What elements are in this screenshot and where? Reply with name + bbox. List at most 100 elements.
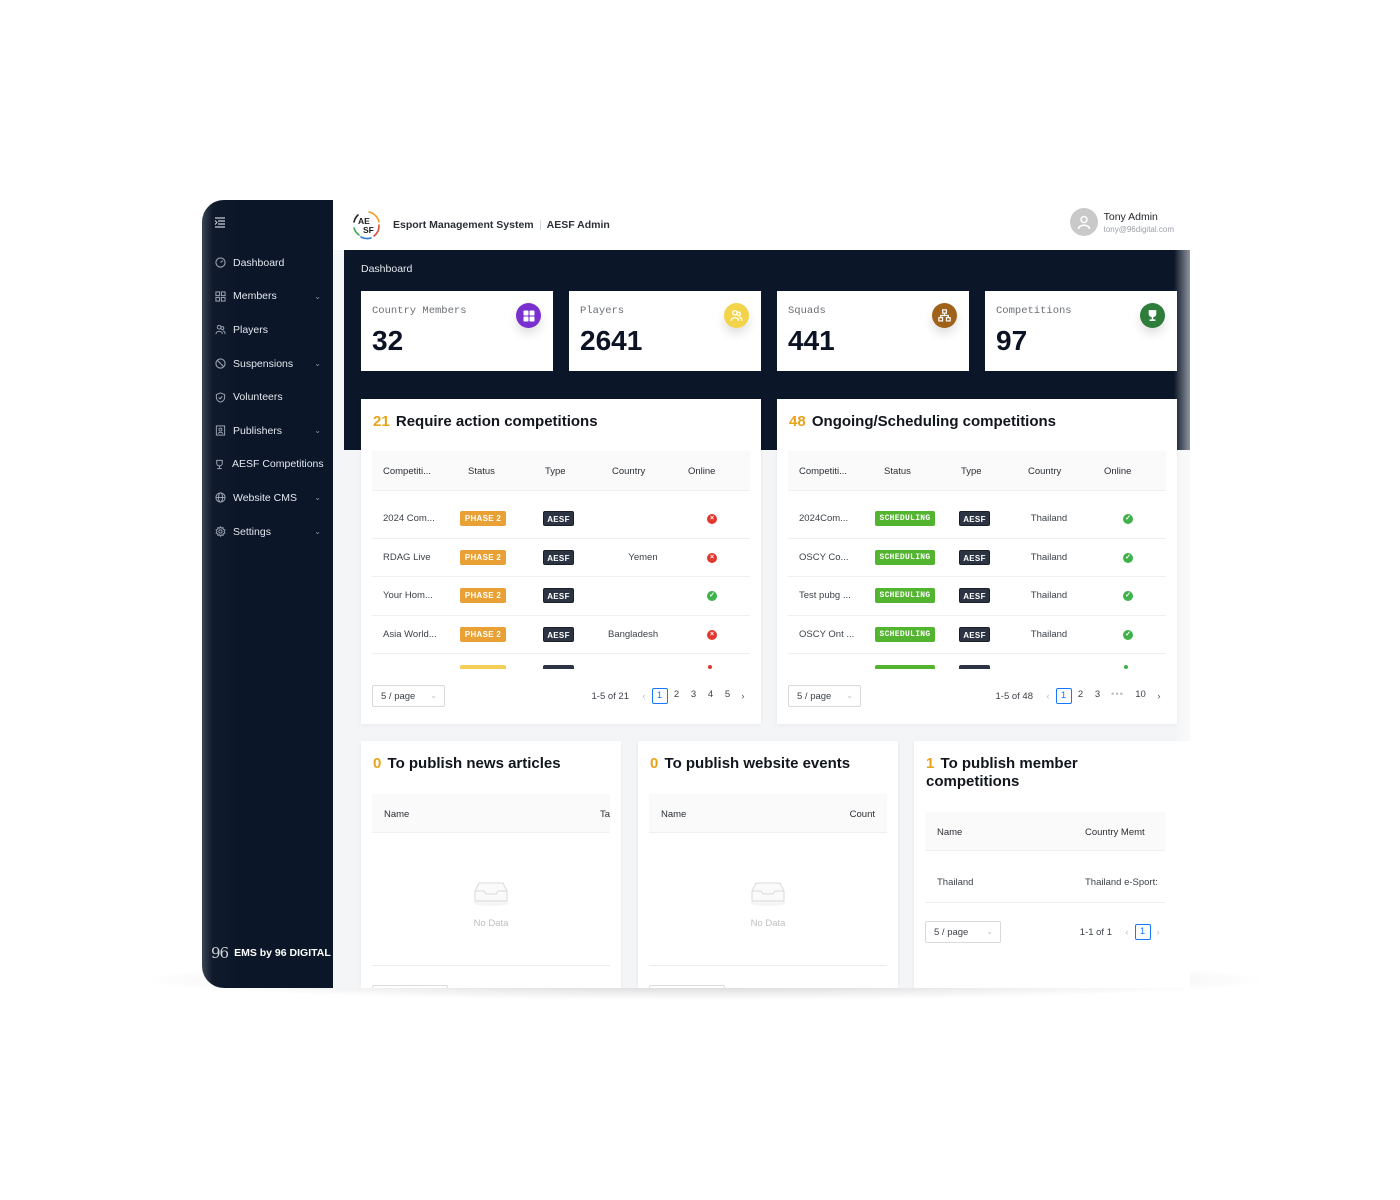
prev-page-icon[interactable]: ‹ — [637, 691, 651, 702]
menu-collapse-icon[interactable] — [214, 216, 228, 230]
page-number[interactable]: 2 — [669, 688, 685, 704]
page-number[interactable]: 1 — [1134, 924, 1151, 940]
sidebar-item-volunteers[interactable]: Volunteers — [202, 380, 333, 414]
offline-x-icon: × — [707, 514, 717, 524]
country-member: Thailand e-Sport: — [1085, 877, 1158, 888]
column-header[interactable]: Type — [545, 466, 566, 477]
dashboard-icon — [214, 257, 226, 269]
pagination: 5 / page ⌄ 1-5 of 48 ‹ 1 2 3 ••• 10 › — [788, 685, 1166, 707]
page-number[interactable]: 1 — [651, 688, 668, 704]
players-icon — [214, 324, 226, 336]
column-header[interactable]: Ta — [600, 809, 610, 820]
column-header[interactable]: Name — [937, 827, 962, 838]
prev-page-icon[interactable]: ‹ — [1120, 927, 1134, 938]
next-page-icon[interactable]: › — [1152, 691, 1166, 702]
online-check-icon: ✓ — [707, 591, 717, 601]
sidebar-item-publishers[interactable]: Publishers ⌄ — [202, 414, 333, 448]
chevron-down-icon: ⌄ — [986, 927, 993, 936]
sidebar-item-label: Players — [233, 323, 269, 336]
sidebar-item-label: AESF Competitions — [232, 458, 324, 471]
sidebar-item-settings[interactable]: Settings ⌄ — [202, 515, 333, 549]
stat-card-country-members[interactable]: Country Members 32 — [361, 291, 553, 371]
page-range: 1-1 of 1 — [1079, 926, 1112, 938]
sidebar-item-website-cms[interactable]: Website CMS ⌄ — [202, 481, 333, 515]
avatar[interactable] — [1069, 208, 1098, 236]
page-size-select[interactable]: 5 / page ⌄ — [788, 685, 861, 707]
status-badge: SCHEDULING — [875, 511, 935, 526]
table-row[interactable]: RDAG Live PHASE 2 AESF Yemen × — [372, 539, 750, 577]
table-row[interactable]: Your Hom... PHASE 2 AESF ✓ — [372, 577, 750, 616]
column-header[interactable]: Country — [612, 466, 645, 477]
sidebar-item-label: Members — [233, 290, 277, 303]
globe-icon — [214, 492, 226, 504]
sidebar-item-dashboard[interactable]: Dashboard — [202, 246, 333, 280]
stat-card-squads[interactable]: Squads 441 — [777, 291, 969, 371]
column-header[interactable]: Type — [961, 466, 982, 477]
page-size-select[interactable] — [372, 985, 448, 988]
page-jump-ellipsis[interactable]: ••• — [1107, 688, 1129, 704]
table-row[interactable]: Asia World... PHASE 2 AESF Bangladesh × — [372, 616, 750, 654]
user-menu[interactable]: Tony Admin tony@96digital.com — [1069, 208, 1174, 236]
stat-value: 2641 — [580, 325, 643, 356]
page-size-select[interactable] — [649, 985, 725, 988]
column-header[interactable]: Count — [850, 809, 875, 820]
type-badge: AESF — [959, 511, 990, 526]
table-row[interactable]: 2024 Com... PHASE 2 AESF × — [372, 500, 750, 539]
page-number[interactable]: 10 — [1130, 688, 1152, 704]
pagination: 5 / page ⌄ 1-1 of 1 ‹ 1 › — [925, 921, 1165, 943]
competition-name: OSCY Co... — [799, 551, 849, 563]
user-email: tony@96digital.com — [1103, 224, 1174, 234]
page-number[interactable]: 3 — [686, 688, 702, 704]
panel-count: 0 — [650, 755, 659, 772]
column-header[interactable]: Status — [468, 466, 495, 477]
online-check-icon: ✓ — [1123, 552, 1133, 563]
table-row[interactable]: OSCY Ont ... SCHEDULING AESF Thailand ✓ — [788, 616, 1166, 654]
stat-card-players[interactable]: Players 2641 — [569, 291, 761, 371]
sidebar-item-members[interactable]: Members ⌄ — [202, 280, 333, 314]
sidebar-item-suspensions[interactable]: Suspensions ⌄ — [202, 347, 333, 381]
sidebar-item-label: Settings — [233, 525, 271, 538]
page-number[interactable]: 1 — [1055, 688, 1072, 704]
column-header[interactable]: Country — [1028, 466, 1061, 477]
status-badge: SCHEDULING — [875, 626, 935, 642]
type-badge: AESF — [543, 549, 574, 565]
table-header: Competiti... Status Type Country Online — [788, 451, 1166, 491]
table-row[interactable]: Thailand Thailand e-Sport: — [925, 861, 1165, 903]
column-header[interactable]: Competiti... — [799, 466, 847, 477]
page-number[interactable]: 3 — [1090, 688, 1106, 704]
page-number[interactable]: 4 — [703, 688, 719, 704]
prev-page-icon[interactable]: ‹ — [1041, 691, 1055, 702]
table-row[interactable]: 2024Com... SCHEDULING AESF Thailand ✓ — [788, 500, 1166, 539]
table-row[interactable]: OSCY Co... SCHEDULING AESF Thailand ✓ — [788, 539, 1166, 577]
aesf-logo[interactable]: AE SF — [349, 208, 383, 242]
country: Yemen — [628, 551, 658, 563]
status-badge: PHASE 2 — [460, 511, 506, 526]
stat-card-competitions[interactable]: Competitions 97 — [985, 291, 1177, 371]
page-size-select[interactable]: 5 / page ⌄ — [372, 685, 445, 707]
sidebar-item-aesf-competitions[interactable]: AESF Competitions — [202, 448, 333, 482]
page-size-select[interactable]: 5 / page ⌄ — [925, 921, 1001, 943]
user-name: Tony Admin — [1103, 210, 1158, 223]
breadcrumb[interactable]: Dashboard — [361, 263, 412, 275]
app-title: Esport Management System — [393, 219, 534, 231]
table-row-partial — [788, 665, 1166, 669]
page-number[interactable]: 5 — [720, 688, 736, 704]
page-number[interactable]: 2 — [1073, 688, 1089, 704]
column-header[interactable]: Online — [1104, 466, 1131, 477]
column-header[interactable]: Status — [884, 466, 911, 477]
column-header[interactable]: Name — [661, 809, 686, 820]
next-page-icon[interactable]: › — [736, 691, 750, 702]
column-header[interactable]: Competiti... — [383, 466, 431, 477]
column-header[interactable]: Name — [384, 809, 409, 820]
country: Thailand — [1030, 590, 1068, 601]
column-header[interactable]: Country Memt — [1085, 827, 1145, 838]
type-badge: AESF — [543, 588, 574, 603]
type-badge: AESF — [543, 511, 574, 526]
table-row[interactable]: Test pubg ... SCHEDULING AESF Thailand ✓ — [788, 577, 1166, 616]
chevron-down-icon: ⌄ — [314, 493, 321, 503]
sidebar-nav: Dashboard Members ⌄ Players Suspensions … — [202, 246, 333, 548]
next-page-icon[interactable]: › — [1151, 927, 1165, 938]
column-header[interactable]: Online — [688, 466, 715, 477]
sidebar-item-players[interactable]: Players — [202, 313, 333, 347]
competition-name: RDAG Live — [383, 551, 431, 563]
